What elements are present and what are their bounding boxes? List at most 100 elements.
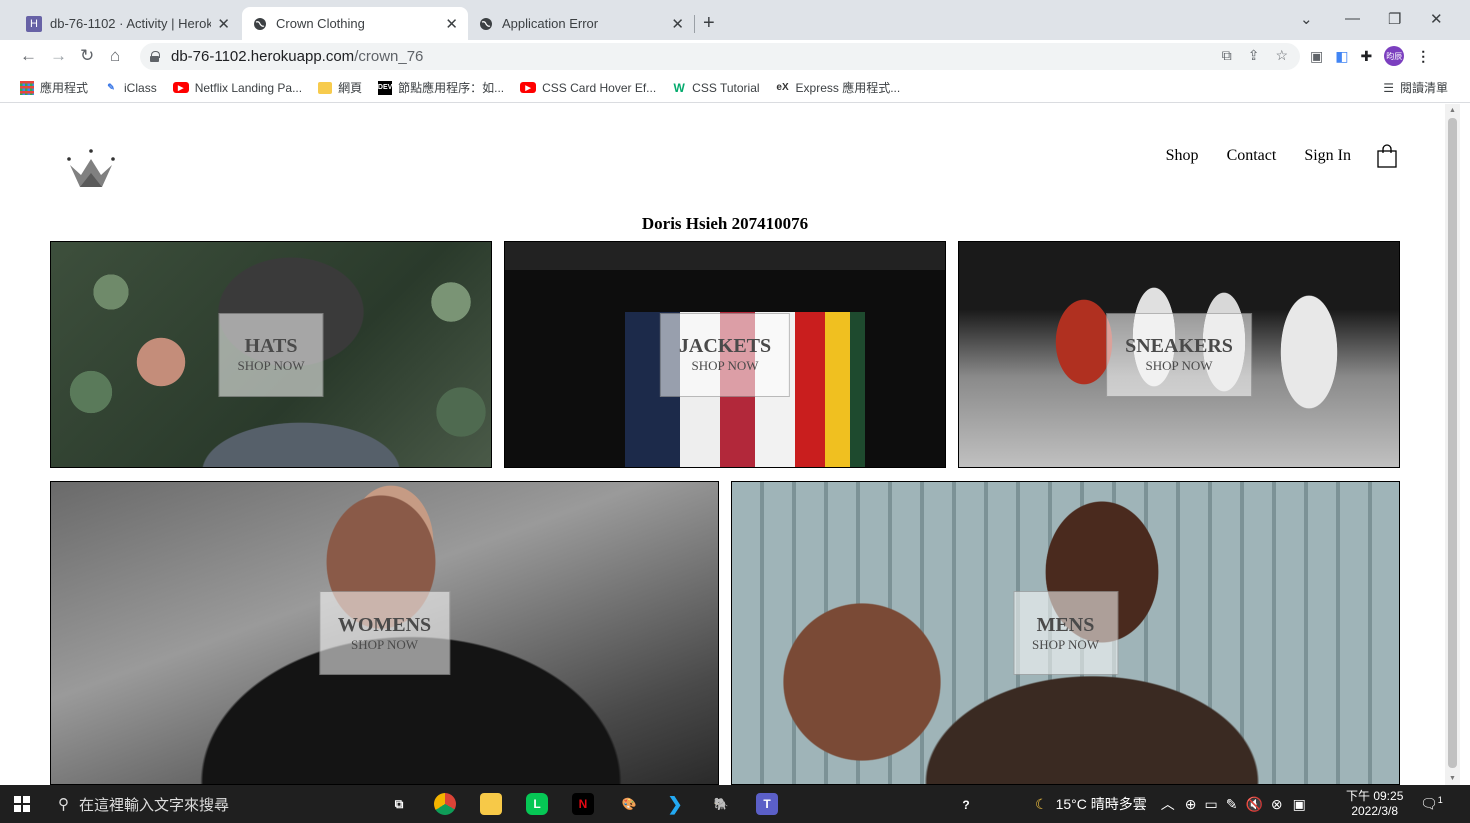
tab-heroku-activity[interactable]: H db-76-1102 · Activity | Heroku ✕ [16, 7, 240, 40]
close-tab-icon[interactable]: ✕ [445, 15, 458, 33]
taskbar-clock[interactable]: 下午 09:25 2022/3/8 [1346, 789, 1403, 819]
volume-icon[interactable]: 🔇 [1245, 796, 1262, 813]
bookmark-folder-web[interactable]: 網頁 [318, 79, 362, 96]
category-title: SNEAKERS [1125, 335, 1233, 357]
bookmark-label: 應用程式 [40, 81, 89, 95]
vscode-icon[interactable]: ❯ [664, 793, 686, 815]
postgres-icon[interactable]: 🐘 [710, 793, 732, 815]
sneakers-cta[interactable]: SNEAKERS SHOP NOW [1106, 312, 1252, 397]
tab-application-error[interactable]: Application Error ✕ [468, 7, 694, 40]
category-title: HATS [244, 335, 298, 357]
bookmark-css-card-hover[interactable]: ▶ CSS Card Hover Ef... [520, 81, 656, 95]
netflix-icon[interactable]: N [572, 793, 594, 815]
reload-icon[interactable]: ↻ [80, 46, 94, 66]
tab-title: Crown Clothing [276, 16, 365, 31]
clock-date: 2022/3/8 [1351, 804, 1399, 818]
windows-start-icon[interactable] [0, 796, 44, 812]
bookmark-css-tutorial[interactable]: W CSS Tutorial [672, 80, 760, 95]
w3-icon: W [673, 80, 685, 95]
heroku-icon: H [26, 15, 42, 32]
hats-cta[interactable]: HATS SHOP NOW [218, 312, 324, 397]
category-subtitle: SHOP NOW [1145, 358, 1213, 373]
category-title: WOMENS [337, 613, 432, 636]
category-subtitle: SHOP NOW [691, 358, 759, 373]
scroll-down-icon[interactable]: ▼ [1449, 775, 1456, 782]
globe-icon [478, 16, 494, 32]
status-icon[interactable]: ⊗ [1271, 796, 1283, 813]
paint-icon[interactable]: 🎨 [618, 793, 640, 815]
bookmark-apps[interactable]: 應用程式 [20, 79, 88, 96]
extension-chat-icon[interactable]: ▣ [1310, 48, 1323, 65]
tray-chevron-icon[interactable]: ︿ [1161, 794, 1175, 814]
nav-sign-in-link[interactable]: Sign In [1304, 147, 1351, 165]
help-icon[interactable]: ? [955, 794, 977, 816]
translate-icon[interactable]: ⧉ [1222, 47, 1232, 64]
extensions-puzzle-icon[interactable]: ✚ [1360, 48, 1372, 65]
nav-shop-link[interactable]: Shop [1166, 147, 1199, 165]
crown-logo-icon[interactable] [66, 149, 116, 189]
scroll-up-icon[interactable]: ▲ [1449, 107, 1456, 114]
bookmark-label: 節點應用程序：如... [398, 81, 505, 95]
input-method-icon[interactable]: ▣ [1293, 796, 1306, 813]
home-icon[interactable]: ⌂ [110, 46, 120, 66]
line-icon[interactable]: L [526, 793, 548, 815]
bookmark-star-icon[interactable]: ☆ [1275, 47, 1288, 64]
bookmark-dev[interactable]: DEV 節點應用程序：如... [378, 79, 504, 96]
close-window-icon[interactable]: ✕ [1430, 10, 1443, 28]
restore-icon[interactable]: ❐ [1388, 10, 1401, 28]
minimize-icon[interactable]: — [1345, 10, 1360, 27]
site-nav: Shop Contact Sign In [1138, 144, 1397, 168]
back-icon[interactable]: ← [20, 46, 37, 66]
shopping-bag-icon[interactable] [1377, 144, 1397, 168]
category-subtitle: SHOP NOW [350, 636, 419, 652]
category-card-womens[interactable]: WOMENS SHOP NOW [50, 481, 719, 785]
menu-kebab-icon[interactable]: ⋮ [1416, 48, 1430, 65]
category-card-sneakers[interactable]: SNEAKERS SHOP NOW [958, 241, 1400, 468]
lock-icon[interactable] [150, 51, 160, 62]
google-translate-icon[interactable]: ◧ [1335, 48, 1348, 65]
bookmark-netflix-landing[interactable]: ▶ Netflix Landing Pa... [172, 81, 302, 95]
womens-cta[interactable]: WOMENS SHOP NOW [318, 591, 451, 675]
youtube-icon: ▶ [172, 82, 189, 93]
file-explorer-icon[interactable] [480, 793, 502, 815]
new-tab-icon[interactable]: + [703, 12, 715, 35]
task-view-icon[interactable]: ⧉ [388, 793, 410, 815]
tab-crown-clothing[interactable]: Crown Clothing ✕ [242, 7, 468, 40]
category-title: JACKETS [678, 335, 772, 357]
category-card-jackets[interactable]: JACKETS SHOP NOW [504, 241, 946, 468]
close-tab-icon[interactable]: ✕ [671, 15, 684, 33]
close-tab-icon[interactable]: ✕ [217, 15, 230, 33]
bookmark-label: CSS Card Hover Ef... [542, 80, 657, 95]
iclass-icon: ✎ [107, 82, 115, 92]
bookmark-label: 網頁 [338, 81, 363, 95]
url-path: /crown_76 [354, 48, 424, 65]
forward-icon[interactable]: → [50, 46, 67, 66]
reading-list[interactable]: ☰ 閱讀清單 [1383, 79, 1448, 96]
chrome-icon[interactable] [434, 793, 456, 815]
url-host: db-76-1102.herokuapp.com [171, 48, 355, 65]
tab-title: Application Error [502, 16, 599, 31]
notification-icon[interactable]: 🗨1 [1420, 795, 1443, 813]
scrollbar-thumb[interactable] [1448, 118, 1457, 768]
tab-search-icon[interactable]: ⌄ [1300, 10, 1313, 28]
category-card-hats[interactable]: HATS SHOP NOW [50, 241, 492, 468]
category-card-mens[interactable]: MENS SHOP NOW [731, 481, 1400, 785]
nav-contact-link[interactable]: Contact [1227, 147, 1277, 165]
taskbar-search-box[interactable]: ⚲ 在這裡輸入文字來搜尋 [44, 785, 362, 823]
battery-icon[interactable]: ▭ [1204, 796, 1217, 813]
share-icon[interactable]: ⇪ [1248, 47, 1260, 64]
address-bar[interactable]: db-76-1102.herokuapp.com/crown_76 ⧉ ⇪ ☆ [140, 43, 1300, 70]
youtube-icon: ▶ [520, 82, 537, 93]
weather-text[interactable]: 15°C 晴時多雲 [1056, 794, 1147, 814]
page-scrollbar[interactable]: ▲ ▼ [1445, 104, 1460, 785]
clock-time: 下午 09:25 [1346, 789, 1404, 803]
bookmark-iclass[interactable]: ✎ iClass [104, 81, 156, 95]
teams-icon[interactable]: T [756, 793, 778, 815]
jackets-cta[interactable]: JACKETS SHOP NOW [659, 312, 791, 397]
network-icon[interactable]: ⊕ [1185, 796, 1197, 813]
search-icon: ⚲ [58, 796, 69, 813]
bookmark-express[interactable]: eX Express 應用程式... [776, 79, 900, 96]
mens-cta[interactable]: MENS SHOP NOW [1012, 591, 1119, 675]
pen-icon[interactable]: ✎ [1226, 796, 1238, 813]
profile-avatar[interactable]: 昀辰 [1384, 46, 1405, 66]
